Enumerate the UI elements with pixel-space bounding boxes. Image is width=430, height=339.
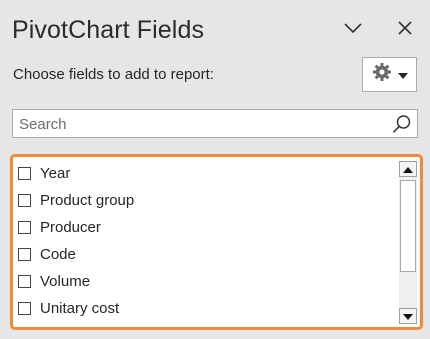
field-checkbox[interactable] xyxy=(18,301,31,315)
field-checkbox[interactable] xyxy=(18,193,31,207)
field-item-product-group[interactable]: Product group xyxy=(18,189,134,211)
field-list-items: Year Product group Producer Code Volume … xyxy=(13,157,398,327)
search-box xyxy=(12,109,418,138)
field-label: Product group xyxy=(40,191,135,209)
caret-down-icon xyxy=(397,66,408,84)
field-label: Unitary cost xyxy=(40,299,120,317)
panel-title: PivotChart Fields xyxy=(12,16,205,44)
field-item-code[interactable]: Code xyxy=(18,243,76,265)
fields-prompt: Choose fields to add to report: xyxy=(13,66,214,83)
triangle-up-icon xyxy=(403,160,413,178)
field-label: Code xyxy=(40,245,76,263)
field-label: Producer xyxy=(40,218,101,236)
close-icon xyxy=(397,20,413,41)
field-checkbox[interactable] xyxy=(18,220,31,234)
field-item-year[interactable]: Year xyxy=(18,162,70,184)
scroll-thumb[interactable] xyxy=(400,180,416,272)
field-checkbox[interactable] xyxy=(18,274,31,288)
gear-icon xyxy=(372,62,392,87)
field-item-partial[interactable] xyxy=(18,324,40,327)
scroll-down-button[interactable] xyxy=(399,308,417,324)
field-checkbox[interactable] xyxy=(18,166,31,180)
field-list: Year Product group Producer Code Volume … xyxy=(10,154,423,330)
scroll-up-button[interactable] xyxy=(399,161,417,177)
field-item-volume[interactable]: Volume xyxy=(18,270,90,292)
close-button[interactable] xyxy=(392,16,418,44)
field-label: Year xyxy=(40,164,71,182)
field-item-producer[interactable]: Producer xyxy=(18,216,101,238)
collapse-button[interactable] xyxy=(340,16,366,44)
field-checkbox[interactable] xyxy=(18,247,31,261)
field-item-unitary-cost[interactable]: Unitary cost xyxy=(18,297,119,319)
field-list-scrollbar[interactable] xyxy=(399,161,417,324)
field-settings-button[interactable] xyxy=(362,57,417,92)
chevron-down-icon xyxy=(343,21,363,39)
search-input[interactable] xyxy=(19,114,379,134)
triangle-down-icon xyxy=(403,307,413,325)
field-label: Volume xyxy=(40,272,91,290)
search-icon[interactable] xyxy=(391,113,413,135)
